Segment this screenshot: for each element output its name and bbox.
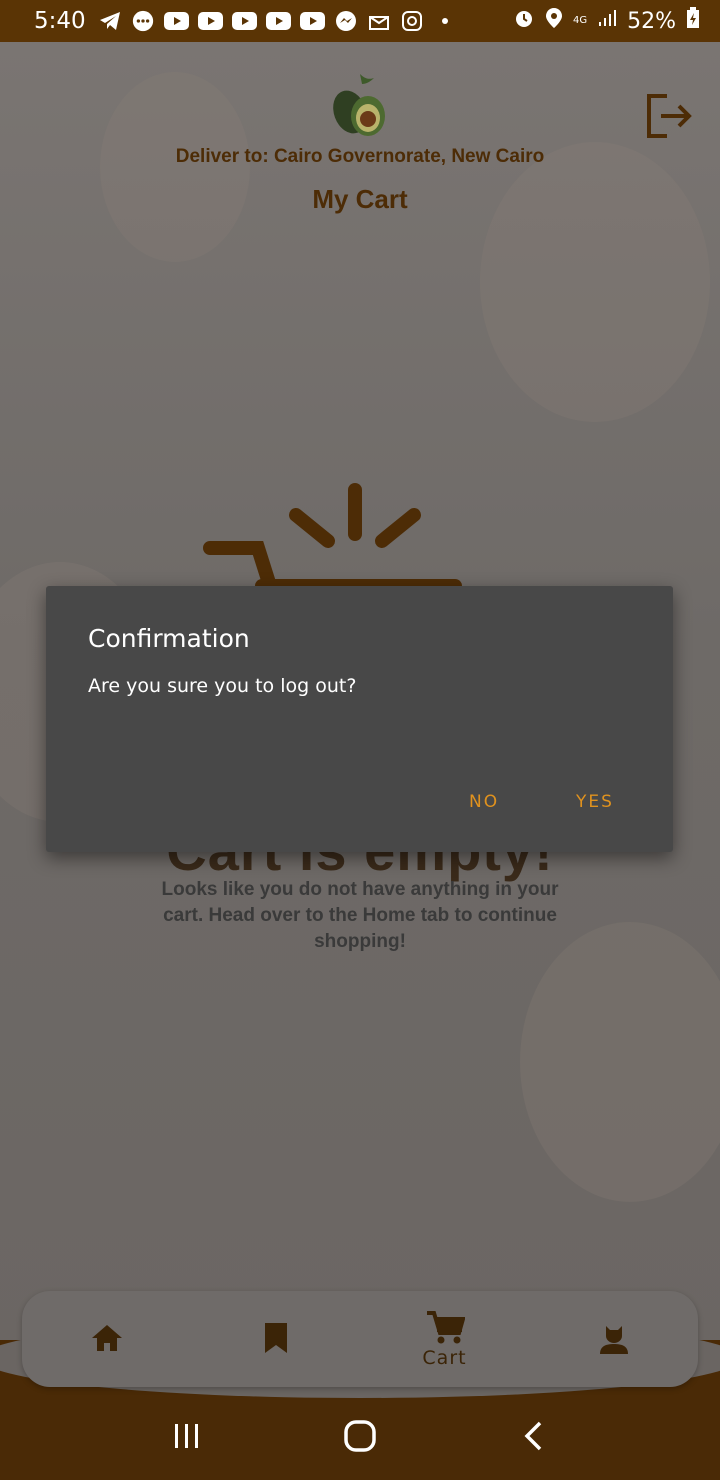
system-icons: 4G 52% xyxy=(513,7,700,35)
status-bar: 5:40 4G 52% xyxy=(0,0,720,42)
android-navigation-bar xyxy=(0,1392,720,1480)
empty-cart-illustration xyxy=(200,482,470,593)
logout-icon xyxy=(647,94,692,138)
network-type: 4G xyxy=(572,15,588,26)
youtube-icon xyxy=(197,12,223,30)
youtube-icon xyxy=(231,12,257,30)
battery-icon xyxy=(686,7,700,35)
battery-percent: 52% xyxy=(627,8,676,34)
messenger-bubble-icon xyxy=(131,10,155,32)
recent-apps-icon xyxy=(174,1424,198,1448)
home-circle-icon xyxy=(344,1420,376,1452)
home-system-button[interactable] xyxy=(330,1406,390,1466)
avocado-logo-icon xyxy=(330,72,390,138)
notification-icons xyxy=(98,10,457,32)
mail-icon xyxy=(367,11,391,31)
telegram-icon xyxy=(98,11,122,31)
messenger-icon xyxy=(334,11,358,31)
recent-apps-button[interactable] xyxy=(157,1406,217,1466)
nav-item-home[interactable] xyxy=(47,1299,167,1379)
nav-item-profile[interactable] xyxy=(554,1299,674,1379)
signal-icon xyxy=(597,8,617,34)
logout-confirmation-dialog: Confirmation Are you sure you to log out… xyxy=(46,586,673,852)
empty-cart-description: Looks like you do not have anything in y… xyxy=(161,879,559,952)
bookmark-icon xyxy=(264,1323,287,1353)
alarm-icon xyxy=(513,7,535,35)
deliver-to-label: Deliver to: Cairo Governorate, New Cairo xyxy=(175,146,545,167)
nav-label-cart: Cart xyxy=(422,1347,467,1369)
youtube-icon xyxy=(299,12,325,30)
cart-icon xyxy=(426,1311,465,1344)
home-icon xyxy=(91,1325,122,1351)
bottom-navigation: Cart xyxy=(22,1291,698,1387)
dialog-message: Are you sure you to log out? xyxy=(88,675,357,697)
dialog-title: Confirmation xyxy=(88,624,250,653)
youtube-icon xyxy=(163,12,189,30)
back-button[interactable] xyxy=(503,1406,563,1466)
person-icon xyxy=(599,1326,628,1354)
yes-button[interactable]: YES xyxy=(576,792,614,812)
location-icon xyxy=(545,7,563,35)
page-title: My Cart xyxy=(312,184,408,214)
no-button[interactable]: NO xyxy=(469,792,499,812)
nav-item-bookmarks[interactable] xyxy=(216,1299,336,1379)
back-chevron-icon xyxy=(524,1421,542,1451)
youtube-icon xyxy=(265,12,291,30)
logout-button[interactable] xyxy=(643,92,695,140)
instagram-icon xyxy=(400,11,424,31)
status-time: 5:40 xyxy=(34,8,86,34)
background-decoration xyxy=(520,922,720,1202)
nav-item-cart[interactable]: Cart xyxy=(385,1299,505,1379)
dot-icon xyxy=(433,11,457,31)
